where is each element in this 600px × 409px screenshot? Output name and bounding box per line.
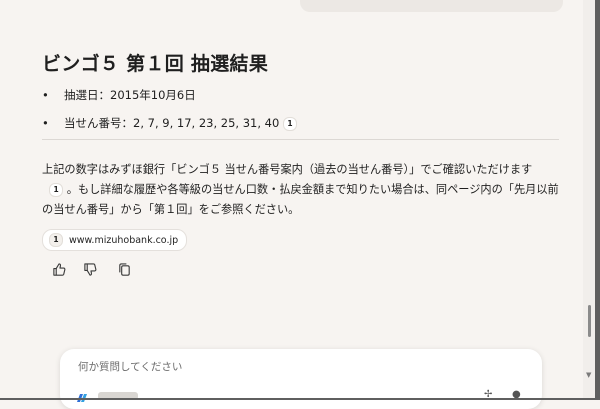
thumbs-down-button[interactable] <box>79 258 101 280</box>
source-chip[interactable]: 1 www.mizuhobank.co.jp <box>42 229 188 251</box>
thumbs-up-button[interactable] <box>48 258 70 280</box>
winning-numbers-item: 当せん番号：2, 7, 9, 17, 23, 25, 31, 40 1 <box>42 114 297 142</box>
paragraph-text-1: 上記の数字はみずほ銀行「ビンゴ５ 当せん番号案内（過去の当せん番号）」でご確認い… <box>42 163 533 176</box>
answer-paragraph: 上記の数字はみずほ銀行「ビンゴ５ 当せん番号案内（過去の当せん番号）」でご確認い… <box>42 160 562 220</box>
chat-input-box[interactable]: ✢ ● <box>60 349 542 409</box>
thumbs-down-icon <box>83 262 96 276</box>
source-index: 1 <box>49 233 63 247</box>
result-list: 抽選日：2015年10月6日 当せん番号：2, 7, 9, 17, 23, 25… <box>42 86 297 142</box>
scrollbar-thumb[interactable] <box>588 305 591 337</box>
thumbs-up-icon <box>52 262 65 276</box>
source-domain: www.mizuhobank.co.jp <box>69 234 179 246</box>
scrollbar[interactable]: ▼ <box>583 0 595 400</box>
winning-numbers-text: 当せん番号：2, 7, 9, 17, 23, 25, 31, 40 <box>64 116 280 130</box>
chat-input[interactable] <box>78 361 518 373</box>
draw-date-text: 抽選日：2015年10月6日 <box>64 88 196 102</box>
citation-badge[interactable]: 1 <box>49 183 64 197</box>
citation-badge[interactable]: 1 <box>282 117 297 131</box>
answer-heading: ビンゴ５ 第１回 抽選結果 <box>42 53 269 75</box>
paragraph-text-2: 。もし詳細な履歴や各等級の当せん口数・払戻金額まで知りたい場合は、同ページ内の「… <box>42 183 559 216</box>
copy-button[interactable] <box>113 258 135 280</box>
scroll-down-arrow-icon[interactable]: ▼ <box>586 372 591 379</box>
previous-message-bubble <box>300 0 563 12</box>
draw-date-item: 抽選日：2015年10月6日 <box>42 86 297 114</box>
divider <box>42 139 559 140</box>
copy-icon <box>118 262 130 276</box>
window-border <box>595 0 600 400</box>
